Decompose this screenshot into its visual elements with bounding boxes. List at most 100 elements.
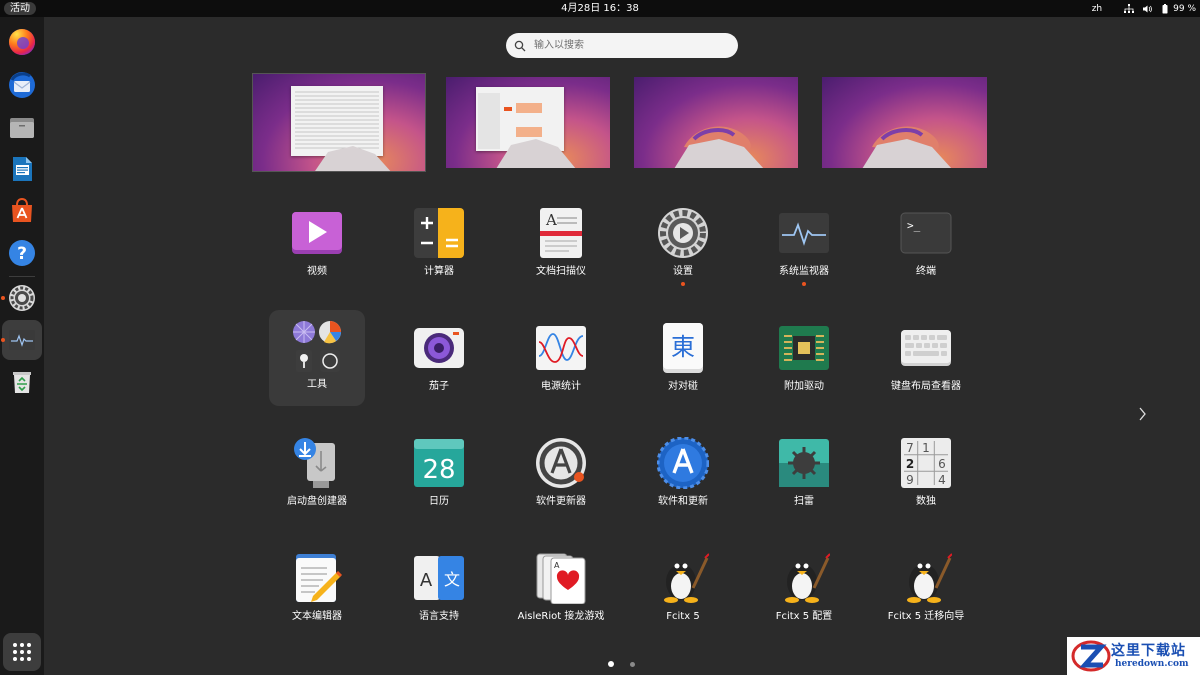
app-label: 启动盘创建器 <box>287 496 347 507</box>
battery-icon <box>1162 3 1168 13</box>
app-label: 对对碰 <box>668 381 698 392</box>
firefox-icon <box>9 29 35 55</box>
wallpaper-jellyfish <box>674 126 764 168</box>
app-startup-disk-creator[interactable]: 启动盘创建器 <box>269 427 365 523</box>
chevron-right-icon <box>1139 407 1146 421</box>
page-indicator-1[interactable] <box>608 661 614 667</box>
dock-software[interactable] <box>2 191 42 231</box>
app-label: 终端 <box>916 266 936 277</box>
dock-writer[interactable] <box>2 149 42 189</box>
app-fcitx5-config[interactable]: Fcitx 5 配置 <box>756 542 852 638</box>
app-label: 设置 <box>673 266 693 277</box>
app-language-support[interactable]: A 文 语言支持 <box>391 542 487 638</box>
app-settings[interactable]: 设置 <box>635 197 731 293</box>
dock-trash[interactable] <box>2 362 42 402</box>
trash-icon <box>13 372 31 393</box>
app-label: 计算器 <box>424 266 454 277</box>
workspace-thumbnail-2[interactable] <box>446 77 610 168</box>
writer-icon <box>13 157 32 181</box>
app-system-monitor[interactable]: 系统监视器 <box>756 197 852 293</box>
app-label: 茄子 <box>429 381 449 392</box>
next-page-button[interactable] <box>1135 404 1149 424</box>
app-mines[interactable]: 扫雷 <box>756 427 852 523</box>
dock-firefox[interactable] <box>2 22 42 62</box>
terminal-icon: >_ <box>900 212 952 254</box>
dock-thunderbird[interactable] <box>2 65 42 105</box>
clock[interactable]: 4月28日 16：38 <box>0 0 1200 17</box>
site-watermark: 这里下载站 heredown.com <box>1067 637 1200 675</box>
svg-text:7: 7 <box>906 441 914 455</box>
app-label: 系统监视器 <box>779 266 829 277</box>
app-label: 附加驱动 <box>784 381 824 392</box>
app-label: Fcitx 5 配置 <box>775 611 833 622</box>
usb-drive-icon <box>294 438 335 488</box>
app-label: 软件更新器 <box>536 496 586 507</box>
app-folder-utilities[interactable]: 工具 <box>269 310 365 406</box>
top-bar: 活动 4月28日 16：38 zh 99 % <box>0 0 1200 17</box>
app-software-updater[interactable]: 软件更新器 <box>513 427 609 523</box>
dock-help[interactable]: ? <box>2 233 42 273</box>
watermark-url: heredown.com <box>1115 659 1189 669</box>
app-label: 键盘布局查看器 <box>891 381 961 392</box>
app-fcitx5[interactable]: Fcitx 5 <box>635 542 731 638</box>
app-power-statistics[interactable]: 电源统计 <box>513 312 609 408</box>
dock-settings[interactable] <box>1 278 42 318</box>
software-store-icon <box>12 197 32 222</box>
app-label: 语言支持 <box>419 611 459 622</box>
search-input[interactable] <box>532 39 726 52</box>
page-indicator-2[interactable] <box>630 662 635 667</box>
tux-penguin-icon <box>664 553 709 603</box>
tux-penguin-icon <box>785 553 830 603</box>
app-terminal[interactable]: >_ 终端 <box>878 197 974 293</box>
app-label: Fcitx 5 迁移向导 <box>887 611 965 622</box>
app-fcitx5-migrator[interactable]: Fcitx 5 迁移向导 <box>878 542 974 638</box>
app-sudoku[interactable]: 7 1 2 6 9 4 数独 <box>878 427 974 523</box>
running-indicator <box>1 296 5 300</box>
app-videos[interactable]: 视频 <box>269 197 365 293</box>
svg-text:文: 文 <box>444 570 460 589</box>
svg-text:2: 2 <box>906 457 914 471</box>
grid-icon <box>13 643 31 661</box>
system-tray[interactable]: zh 99 % <box>1092 0 1196 17</box>
app-label: 电源统计 <box>541 381 581 392</box>
workspace-thumbnail-4[interactable] <box>822 77 987 168</box>
app-cheese[interactable]: 茄子 <box>391 312 487 408</box>
wallpaper-rock <box>315 146 391 171</box>
dock: ? <box>0 17 44 675</box>
app-additional-drivers[interactable]: 附加驱动 <box>756 312 852 408</box>
chip-icon <box>779 326 829 370</box>
app-calculator[interactable]: 计算器 <box>391 197 487 293</box>
input-method-indicator[interactable]: zh <box>1092 4 1102 14</box>
dock-files[interactable] <box>2 107 42 147</box>
app-mahjongg[interactable]: 東 对对碰 <box>635 312 731 408</box>
document-scanner-icon: A <box>540 208 582 258</box>
search-bar[interactable] <box>506 33 738 58</box>
svg-text:>_: >_ <box>907 219 921 232</box>
app-label: 工具 <box>307 379 327 390</box>
workspace-thumbnail-3[interactable] <box>634 77 798 168</box>
search-icon <box>514 40 526 51</box>
software-sources-icon <box>657 437 709 489</box>
help-icon: ? <box>9 240 35 266</box>
thunderbird-icon <box>9 72 35 98</box>
app-software-and-updates[interactable]: 软件和更新 <box>635 427 731 523</box>
workspace-thumbnail-1[interactable] <box>252 73 426 172</box>
svg-text:1: 1 <box>922 441 930 455</box>
app-text-editor[interactable]: 文本编辑器 <box>269 542 365 638</box>
app-calendar[interactable]: 28 日历 <box>391 427 487 523</box>
svg-text:6: 6 <box>938 457 946 471</box>
show-apps-button[interactable] <box>3 633 41 671</box>
mahjong-tile-icon: 東 <box>663 323 703 373</box>
svg-text:4: 4 <box>938 473 946 487</box>
folder-icon <box>293 321 341 372</box>
software-updater-icon <box>536 438 586 488</box>
calculator-icon <box>414 208 464 258</box>
power-statistics-icon <box>536 326 586 370</box>
running-indicator <box>802 282 806 286</box>
app-document-scanner[interactable]: A 文档扫描仪 <box>513 197 609 293</box>
app-label: 数独 <box>916 496 936 507</box>
system-monitor-icon <box>9 330 35 350</box>
app-keyboard-layout-viewer[interactable]: 键盘布局查看器 <box>878 312 974 408</box>
dock-system-monitor[interactable] <box>1 320 42 360</box>
app-aisleriot[interactable]: A AisleRiot 接龙游戏 <box>513 542 609 638</box>
